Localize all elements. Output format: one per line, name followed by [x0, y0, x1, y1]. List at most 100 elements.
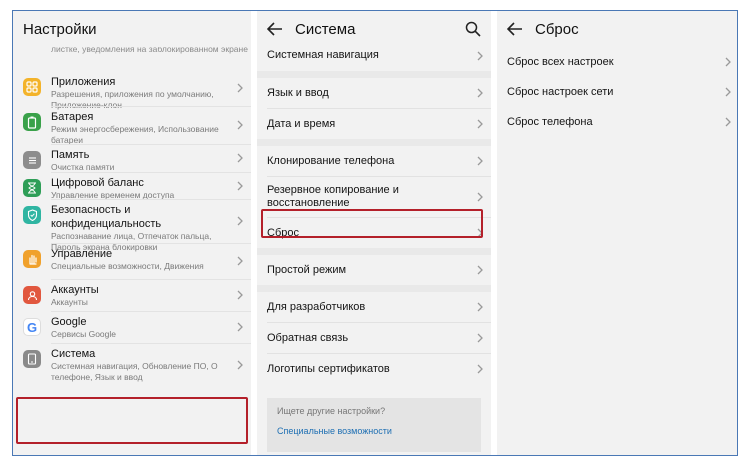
reset-header: Сброс [497, 11, 737, 47]
system-header: Система [257, 11, 491, 47]
shield-icon [23, 206, 41, 224]
highlight-reset-row [261, 209, 483, 238]
settings-item-text: Аккаунты Аккаунты [51, 283, 251, 308]
settings-item-text: Система Системная навигация, Обновление П… [51, 347, 251, 383]
chevron-right-icon [475, 265, 485, 275]
settings-item-5[interactable]: Управление Специальные возможности, Движе… [13, 244, 251, 280]
chevron-right-icon [723, 117, 733, 127]
reset-menu-row-0[interactable]: Сброс всех настроек [497, 47, 737, 77]
settings-item-subtitle: Специальные возможности, Движения [51, 261, 204, 271]
account-icon [23, 286, 41, 304]
section-gap [257, 71, 491, 78]
reset-menu-row-2[interactable]: Сброс телефона [497, 107, 737, 137]
settings-item-1[interactable]: Батарея Режим энергосбережения, Использов… [13, 107, 251, 145]
chevron-right-icon [475, 192, 485, 202]
settings-item-title: Аккаунты [51, 284, 99, 296]
settings-item-text: Память Очистка памяти [51, 148, 251, 173]
settings-item-4[interactable]: Безопасность и конфиденциальность Распозн… [13, 200, 251, 252]
settings-item-title: Управление [51, 248, 113, 260]
settings-list: листке, уведомления на заблокированном э… [13, 47, 251, 67]
search-hint-card: Ищете другие настройки? Специальные возм… [267, 398, 481, 452]
system-menu-row-8[interactable]: Обратная связь [257, 323, 491, 353]
system-icon [23, 350, 41, 368]
reset-panel: Сброс Сброс всех настроек Сброс настроек … [497, 11, 737, 455]
system-menu-row-1[interactable]: Язык и ввод [257, 78, 491, 108]
menu-row-label: Резервное копирование и восстановление [267, 184, 399, 209]
chevron-right-icon [475, 333, 485, 343]
page-title: Система [295, 20, 356, 38]
menu-row-label: Логотипы сертификатов [267, 362, 390, 375]
chevron-right-icon [723, 57, 733, 67]
chevron-right-icon [475, 364, 485, 374]
menu-row-label: Системная навигация [267, 49, 379, 61]
settings-item-8[interactable]: Система Системная навигация, Обновление П… [13, 344, 251, 388]
system-menu-row-6[interactable]: Простой режим [257, 255, 491, 285]
chevron-right-icon [475, 302, 485, 312]
settings-item-title: Безопасность и конфиденциальность [51, 204, 162, 230]
section-gap [257, 248, 491, 255]
system-menu-row-2[interactable]: Дата и время [257, 109, 491, 139]
cut-subtitle: листке, уведомления на заблокированном э… [51, 47, 248, 54]
chevron-right-icon [235, 360, 245, 370]
chevron-right-icon [235, 216, 245, 226]
settings-item-text: Цифровой баланс Управление временем досту… [51, 176, 251, 201]
apps-icon [23, 78, 41, 96]
settings-item-title: Цифровой баланс [51, 177, 144, 189]
memory-icon [23, 151, 41, 169]
system-menu-row-3[interactable]: Клонирование телефона [257, 146, 491, 176]
menu-row-label: Сброс настроек сети [507, 86, 614, 98]
accessibility-link[interactable]: Специальные возможности [277, 426, 471, 436]
settings-item-text: Батарея Режим энергосбережения, Использов… [51, 110, 251, 146]
settings-item-0[interactable]: Приложения Разрешения, приложения по умол… [13, 71, 251, 110]
section-gap [257, 139, 491, 146]
hint-question: Ищете другие настройки? [277, 406, 386, 416]
menu-row-label: Клонирование телефона [267, 154, 395, 167]
chevron-right-icon [235, 120, 245, 130]
settings-item-subtitle: Сервисы Google [51, 329, 116, 339]
settings-item-6[interactable]: Аккаунты Аккаунты [13, 280, 251, 312]
chevron-right-icon [475, 119, 485, 129]
chevron-right-icon [475, 51, 485, 61]
menu-row-label: Дата и время [267, 117, 336, 130]
list-item-cut[interactable]: листке, уведомления на заблокированном э… [13, 47, 251, 67]
system-menu-row-7[interactable]: Для разработчиков [257, 292, 491, 322]
chevron-right-icon [475, 88, 485, 98]
settings-item-2[interactable]: Память Очистка памяти [13, 145, 251, 173]
hourglass-icon [23, 179, 41, 197]
settings-item-7[interactable]: G Google Сервисы Google [13, 312, 251, 344]
chevron-right-icon [475, 156, 485, 166]
settings-header: Настройки [13, 11, 251, 47]
highlight-system-item [16, 397, 248, 444]
screenshot-frame: Настройки листке, уведомления на заблоки… [12, 10, 738, 456]
settings-item-title: Приложения [51, 76, 116, 88]
page-title: Сброс [535, 20, 579, 38]
settings-item-title: Батарея [51, 111, 94, 123]
menu-row-label: Язык и ввод [267, 86, 329, 99]
section-gap [257, 285, 491, 292]
settings-item-title: Память [51, 149, 90, 161]
back-arrow-icon[interactable] [267, 22, 283, 36]
system-menu-row-9[interactable]: Логотипы сертификатов [257, 354, 491, 384]
system-menu-row-0[interactable]: Системная навигация [257, 47, 491, 71]
settings-item-3[interactable]: Цифровой баланс Управление временем досту… [13, 173, 251, 200]
chevron-right-icon [723, 87, 733, 97]
menu-row-label: Сброс всех настроек [507, 56, 614, 68]
chevron-right-icon [235, 322, 245, 332]
google-icon: G [23, 318, 41, 336]
menu-row-label: Простой режим [267, 263, 347, 276]
battery-icon [23, 113, 41, 131]
chevron-right-icon [235, 153, 245, 163]
menu-row-label: Сброс телефона [507, 116, 593, 128]
menu-row-label: Обратная связь [267, 331, 349, 344]
hand-icon [23, 250, 41, 268]
settings-item-subtitle: Режим энергосбережения, Использование ба… [51, 124, 219, 145]
page-title: Настройки [23, 20, 97, 38]
settings-item-text: Google Сервисы Google [51, 315, 251, 340]
settings-item-text: Управление Специальные возможности, Движе… [51, 247, 251, 272]
back-arrow-icon[interactable] [507, 22, 523, 36]
reset-menu-row-1[interactable]: Сброс настроек сети [497, 77, 737, 107]
chevron-right-icon [235, 83, 245, 93]
settings-item-title: Система [51, 348, 96, 360]
settings-item-subtitle: Системная навигация, Обновление ПО, О те… [51, 361, 218, 382]
search-icon[interactable] [465, 21, 481, 37]
